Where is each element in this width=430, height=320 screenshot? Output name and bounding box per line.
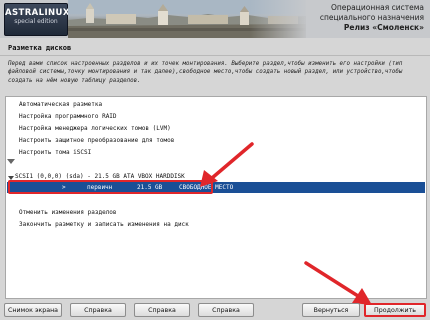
- screenshot-button[interactable]: Снимок экрана: [4, 303, 62, 317]
- header-fade: [250, 0, 310, 38]
- list-item-lvm[interactable]: Настройка менеджера логических томов (LV…: [19, 125, 171, 132]
- brand-line-2: специального назначения: [319, 13, 424, 22]
- help-button-1[interactable]: Справка: [70, 303, 126, 317]
- page-description: Перед вами список настроенных разделов и…: [8, 61, 403, 84]
- astralinux-logo: ASTRALINUX special edition: [4, 3, 70, 36]
- brand-release: Релиз «Смоленск»: [343, 23, 424, 32]
- back-button[interactable]: Вернуться: [302, 303, 360, 317]
- list-item-iscsi[interactable]: Настроить тома iSCSI: [19, 149, 91, 156]
- list-item-auto-partition[interactable]: Автоматическая разметка: [19, 101, 102, 108]
- brand-text: Операционная система специального назнач…: [320, 3, 424, 33]
- red-arrow-icon: [200, 142, 254, 187]
- logo-sub-text: special edition: [14, 18, 58, 25]
- header-banner: ASTRALINUX special edition Операционная …: [0, 0, 430, 38]
- help-button-3[interactable]: Справка: [198, 303, 254, 317]
- brand-line-1: Операционная система: [330, 3, 424, 12]
- selection-highlight-box: [8, 180, 213, 194]
- list-item-encryption[interactable]: Настроить защитное преобразование для то…: [19, 137, 174, 144]
- continue-button[interactable]: Продолжить: [364, 303, 426, 317]
- button-bar: Снимок экрана Справка Справка Справка Ве…: [0, 300, 430, 320]
- list-item-finish-partitioning[interactable]: Закончить разметку и записать изменения …: [19, 221, 189, 228]
- list-item-undo-changes[interactable]: Отменить изменения разделов: [19, 209, 117, 216]
- help-button-2[interactable]: Справка: [134, 303, 190, 317]
- list-item-disk[interactable]: SCSI1 (0,0,0) (sda) - 21.5 GB ATA VBOX H…: [15, 173, 185, 180]
- list-item-raid[interactable]: Настройка программного RAID: [19, 113, 117, 120]
- scroll-marker-icon: [7, 159, 15, 164]
- page-title: Разметка дисков: [8, 44, 72, 52]
- logo-main-text: ASTRALINUX: [5, 8, 70, 18]
- title-divider: [0, 55, 430, 56]
